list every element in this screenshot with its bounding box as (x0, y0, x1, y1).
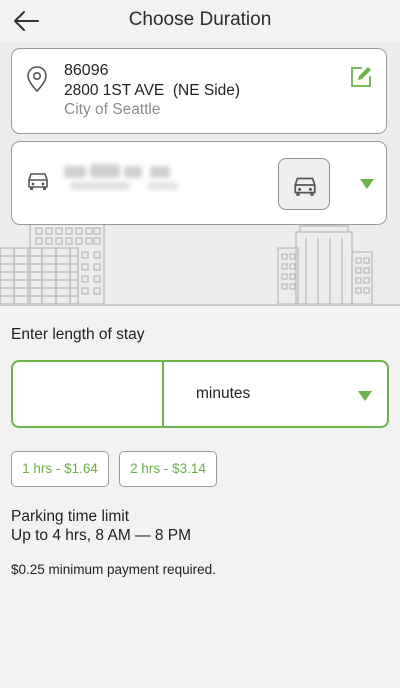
time-limit-title: Parking time limit (11, 508, 129, 525)
location-card: 86096 2800 1ST AVE (NE Side) City of Sea… (11, 48, 387, 134)
header: Choose Duration (0, 0, 400, 42)
vehicle-card[interactable] (11, 141, 387, 225)
duration-input[interactable] (13, 362, 161, 426)
edit-icon (351, 67, 371, 87)
duration-input-group: minutes (11, 360, 389, 428)
duration-unit-select[interactable]: minutes (164, 362, 387, 426)
license-plate-blurred (64, 162, 184, 196)
time-limit-value: Up to 4 hrs, 8 AM — 8 PM (11, 527, 192, 544)
zone-address: 2800 1ST AVE (NE Side) (64, 82, 241, 99)
minimum-payment-note: $0.25 minimum payment required. (11, 562, 216, 577)
quick-duration-button-1hr[interactable]: 1 hrs - $1.64 (11, 451, 109, 487)
car-icon (28, 173, 48, 190)
dropdown-triangle-icon (358, 391, 372, 401)
dropdown-triangle-icon[interactable] (360, 178, 374, 190)
zone-number: 86096 (64, 62, 109, 79)
select-vehicle-button[interactable] (278, 158, 330, 210)
length-of-stay-label: Enter length of stay (11, 326, 145, 343)
page-title: Choose Duration (128, 9, 272, 30)
location-pin-icon (27, 66, 47, 93)
zone-city: City of Seattle (64, 101, 161, 118)
duration-unit-label: minutes (196, 385, 251, 402)
edit-location-button[interactable] (349, 65, 373, 89)
car-icon (294, 177, 316, 196)
quick-duration-button-2hr[interactable]: 2 hrs - $3.14 (119, 451, 217, 487)
